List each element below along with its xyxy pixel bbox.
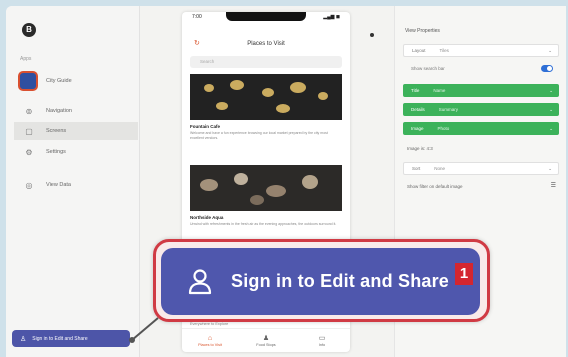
chevron-down-icon: ⌄ xyxy=(548,47,552,53)
person-icon: ♟ xyxy=(262,334,270,342)
screen-title: Places to Visit xyxy=(247,41,285,47)
person-icon: ♙ xyxy=(20,335,27,343)
chevron-down-icon: ⌄ xyxy=(548,165,552,171)
home-icon: ⌂ xyxy=(207,334,213,342)
tab-label: Food Stops xyxy=(256,342,276,347)
filter-label: Show filter on default image xyxy=(407,184,463,189)
sidebar-item-settings[interactable]: ⚙ Settings xyxy=(14,143,138,161)
tab-places[interactable]: ⌂ Places to Visit xyxy=(182,329,238,352)
sidebar-item-label: View Data xyxy=(46,182,71,188)
chevron-down-icon: ⌄ xyxy=(549,106,553,112)
app-thumbnail xyxy=(18,71,38,91)
tab-food-stops[interactable]: ♟ Food Stops xyxy=(238,329,294,352)
status-signal: ▂▄▆ ◼ xyxy=(323,14,340,20)
field-label: Details xyxy=(411,107,425,112)
database-icon: ◎ xyxy=(25,180,33,190)
sidebar-item-screens[interactable]: ▢ Screens xyxy=(14,122,138,140)
sign-in-button-zoomed[interactable]: Sign in to Edit and Share xyxy=(161,248,480,315)
chevron-down-icon: ⌄ xyxy=(549,125,553,131)
chevron-down-icon: ⌄ xyxy=(549,87,553,93)
panel-title: View Properties xyxy=(405,28,440,34)
field-value: Tiles xyxy=(439,48,449,53)
gear-icon: ⚙ xyxy=(25,147,33,157)
card-title: Fountain Cafe xyxy=(190,124,220,129)
sidebar-item-navigation[interactable]: ⊚ Navigation xyxy=(14,102,138,120)
card-image[interactable] xyxy=(190,165,342,211)
phone-notch xyxy=(226,12,306,21)
field-label: Sort xyxy=(412,166,421,171)
tab-label: Info xyxy=(318,342,326,347)
layout-select[interactable]: Layout Tiles ⌄ xyxy=(403,44,559,57)
card-image[interactable] xyxy=(190,74,342,120)
field-value: None xyxy=(434,166,446,171)
info-icon: ▭ xyxy=(318,334,326,342)
details-field[interactable]: Details Summary ⌄ xyxy=(403,103,559,116)
card-title: Northside Aqua xyxy=(190,215,224,220)
tab-info[interactable]: ▭ Info xyxy=(294,329,350,352)
step-badge: 1 xyxy=(455,263,473,285)
filter-icon[interactable]: ☰ xyxy=(551,182,556,189)
current-app[interactable]: City Guide xyxy=(18,70,136,92)
card-description: Unwind with refreshments in the fresh ai… xyxy=(190,222,337,226)
show-search-row: Show search bar xyxy=(403,62,559,75)
compass-icon: ⊚ xyxy=(25,106,33,116)
sidebar-section-label: Apps xyxy=(20,56,32,62)
section-label: Everywhere to Explore xyxy=(190,322,229,326)
phone-tab-bar: ⌂ Places to Visit ♟ Food Stops ▭ Info xyxy=(182,328,350,352)
selection-dot xyxy=(370,33,374,37)
show-search-toggle[interactable] xyxy=(541,65,553,72)
field-label: Show search bar xyxy=(411,66,445,71)
title-field[interactable]: Title Name ⌄ xyxy=(403,84,559,97)
sign-in-button[interactable]: ♙ Sign in to Edit and Share xyxy=(12,330,130,347)
sort-select[interactable]: Sort None ⌄ xyxy=(403,162,559,175)
sidebar-item-label: Settings xyxy=(46,149,66,155)
field-label: Title xyxy=(411,88,420,93)
sidebar-item-label: Navigation xyxy=(46,108,72,114)
search-input[interactable]: Search xyxy=(190,56,342,68)
sign-in-label: Sign in to Edit and Share xyxy=(32,335,88,342)
status-time: 7:00 xyxy=(192,14,202,20)
sidebar-item-view-data[interactable]: ◎ View Data xyxy=(14,176,138,194)
image-field[interactable]: Image Photo ⌄ xyxy=(403,122,559,135)
field-value: Name xyxy=(433,88,446,93)
sidebar: B Apps City Guide ⊚ Navigation ▢ Screens… xyxy=(6,6,140,357)
field-value: Summary xyxy=(438,107,459,112)
app-name: City Guide xyxy=(46,78,72,84)
field-value: Photo xyxy=(437,126,450,131)
sidebar-item-label: Screens xyxy=(46,128,67,134)
screen-icon: ▢ xyxy=(25,126,33,136)
tab-label: Places to Visit xyxy=(198,342,222,347)
field-label: Image xyxy=(411,126,424,131)
image-size-label[interactable]: Image is: 4:3 xyxy=(407,146,433,151)
field-label: Layout xyxy=(412,48,426,53)
card-description: Welcome and have a fun experience browsi… xyxy=(190,131,328,140)
zoom-callout: Sign in to Edit and Share xyxy=(153,239,490,322)
person-icon xyxy=(188,268,212,294)
sign-in-label: Sign in to Edit and Share xyxy=(231,271,450,291)
app-logo: B xyxy=(22,23,36,37)
